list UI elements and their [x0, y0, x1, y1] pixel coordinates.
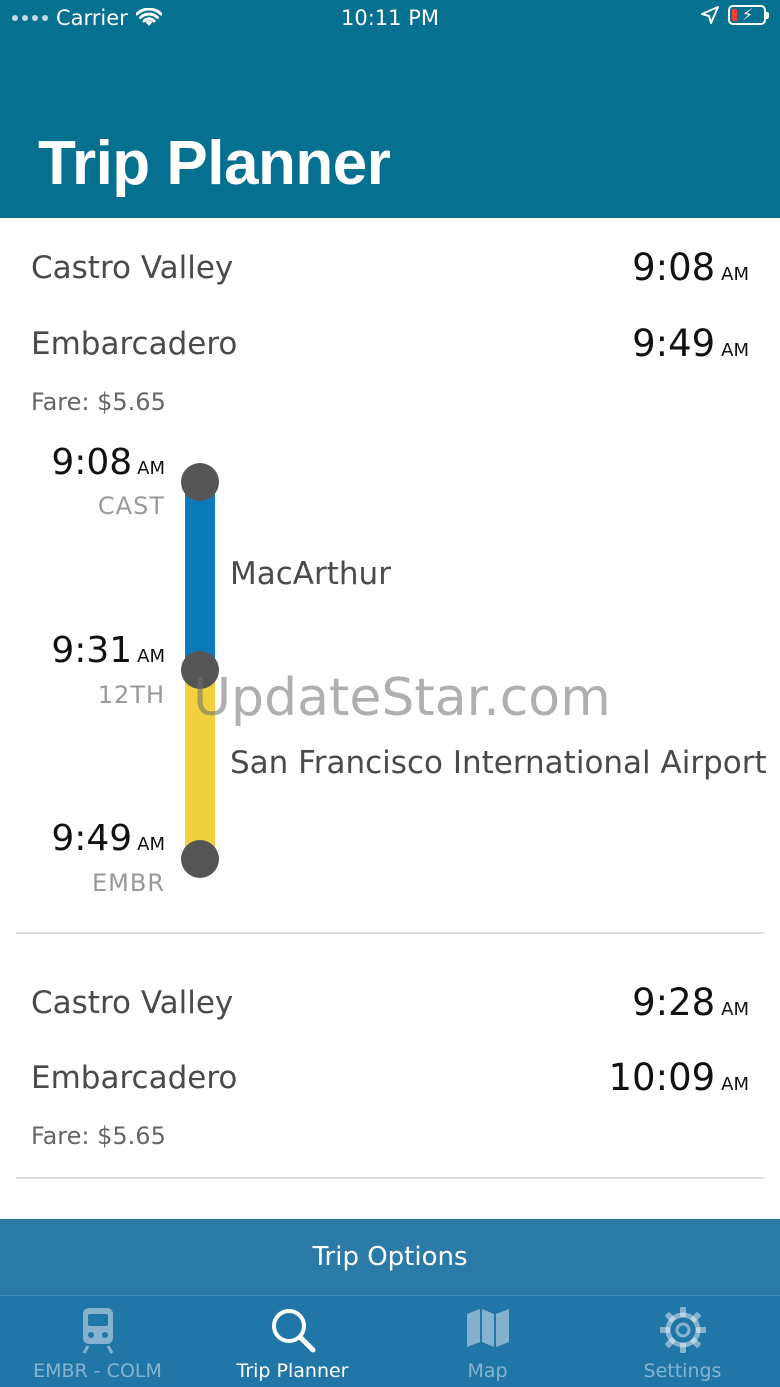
tab-settings[interactable]: Settings — [585, 1296, 780, 1387]
trip-origin-row: Castro Valley 9:28 AM — [31, 981, 749, 1035]
stop-code: CAST — [97, 492, 165, 520]
fare-label: Fare: $5.65 — [31, 388, 166, 416]
header: Carrier 10:11 PM ⚡ Trip Planner — [0, 0, 780, 218]
destination-station: Embarcadero — [31, 1060, 238, 1096]
destination-station: Embarcadero — [31, 326, 238, 362]
map-icon — [466, 1309, 509, 1347]
tab-bar: EMBR - COLM Trip Planner Map Settings — [0, 1295, 780, 1387]
fare-label: Fare: $5.65 — [31, 1122, 166, 1150]
tab-label: EMBR - COLM — [33, 1360, 162, 1382]
origin-time: 9:28 AM — [632, 981, 749, 1024]
status-time: 10:11 PM — [341, 6, 439, 30]
trip-destination-row: Embarcadero 9:49 AM — [31, 322, 749, 376]
status-right: ⚡ — [700, 5, 769, 25]
gear-icon — [659, 1307, 706, 1353]
stop-time: 9:49 AM — [51, 818, 165, 859]
origin-station: Castro Valley — [31, 250, 234, 286]
location-arrow-icon — [701, 6, 719, 24]
tab-label: Map — [467, 1360, 508, 1382]
tab-trip-planner[interactable]: Trip Planner — [195, 1296, 390, 1387]
battery-icon: ⚡ — [728, 5, 769, 25]
stop-dot — [181, 651, 219, 689]
stop-dot — [181, 463, 219, 501]
train-icon — [82, 1308, 113, 1354]
leg-line-destination: MacArthur — [230, 556, 391, 592]
trip-origin-row: Castro Valley 9:08 AM — [31, 246, 749, 300]
stop-code: EMBR — [91, 869, 165, 897]
origin-time: 9:08 AM — [632, 246, 749, 289]
trip-options-label: Trip Options — [312, 1242, 468, 1272]
page-title: Trip Planner — [38, 129, 391, 198]
origin-station: Castro Valley — [31, 985, 234, 1021]
line-segment-blue — [185, 482, 215, 670]
divider — [16, 1177, 764, 1179]
stop-dot — [181, 840, 219, 878]
tab-map[interactable]: Map — [390, 1296, 585, 1387]
status-bar: Carrier 10:11 PM ⚡ — [0, 0, 780, 40]
line-segment-yellow — [185, 670, 215, 858]
stop-time: 9:08 AM — [51, 442, 165, 483]
stop-time: 9:31 AM — [51, 630, 165, 671]
destination-time: 9:49 AM — [632, 322, 749, 365]
tab-label: Trip Planner — [236, 1360, 349, 1382]
trip-options-button[interactable]: Trip Options — [0, 1219, 780, 1295]
search-icon — [271, 1309, 315, 1353]
divider — [16, 932, 764, 934]
watermark: UpdateStar.com — [193, 668, 611, 728]
tab-embr-colm[interactable]: EMBR - COLM — [0, 1296, 195, 1387]
destination-time: 10:09 AM — [608, 1056, 749, 1099]
trip-destination-row: Embarcadero 10:09 AM — [31, 1056, 749, 1110]
stop-code: 12TH — [97, 681, 165, 709]
tab-label: Settings — [643, 1360, 722, 1382]
leg-line-destination: San Francisco International Airport — [230, 745, 767, 781]
